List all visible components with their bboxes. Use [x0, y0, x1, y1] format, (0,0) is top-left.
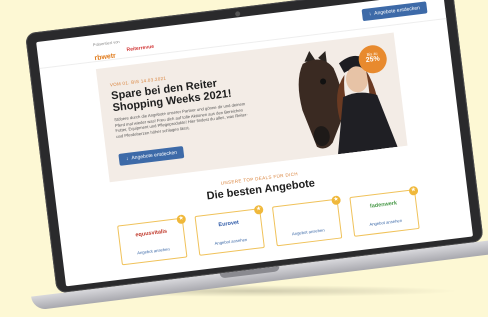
deal-card-logo: Eurovet — [218, 219, 240, 229]
star-icon: ★ — [176, 214, 187, 225]
star-icon: ★ — [253, 204, 264, 215]
deal-card-logo: equusvitalis — [135, 228, 168, 239]
brand-logo-primary[interactable]: rbwetr — [94, 53, 116, 63]
brand-block: Präsentiert von rbwetr — [93, 39, 123, 65]
header-cta-button[interactable]: ↓ Angebote entdecken — [361, 1, 428, 22]
deal-card-link[interactable]: Angebot ansehen — [199, 235, 263, 248]
header-cta-label: Angebote entdecken — [373, 5, 421, 17]
partner-logos: Präsentiert von rbwetr Reiterrevue — [93, 35, 156, 65]
presented-by-text: Präsentiert von — [92, 39, 120, 48]
download-icon: ↓ — [125, 155, 129, 163]
deal-card-logo: fadenwerk — [369, 200, 398, 210]
brand-logo-secondary[interactable]: Reiterrevue — [126, 43, 154, 52]
camera-icon — [234, 11, 241, 17]
deal-card-link[interactable]: Angebot ansehen — [354, 216, 418, 229]
star-icon: ★ — [408, 185, 419, 196]
scene: Präsentiert von rbwetr Reiterrevue ↓ Ang… — [0, 0, 488, 311]
hero-cta-button[interactable]: ↓ Angebote entdecken — [118, 146, 185, 166]
download-icon: ↓ — [368, 11, 372, 18]
deal-card[interactable]: ★ fadenwerk Angebot ansehen — [349, 185, 420, 237]
deal-card-link[interactable]: Angebot ansehen — [276, 226, 340, 239]
deal-card[interactable]: ★ equusvitalis Angebot ansehen — [117, 214, 188, 266]
laptop: Präsentiert von rbwetr Reiterrevue ↓ Ang… — [24, 0, 488, 313]
hero-cta-label: Angebote entdecken — [131, 149, 178, 162]
deal-card[interactable]: ★ Eurovet Angebot ansehen — [194, 204, 265, 256]
deal-card-logo — [274, 208, 338, 216]
star-icon: ★ — [331, 195, 342, 206]
screen: Präsentiert von rbwetr Reiterrevue ↓ Ang… — [36, 0, 474, 287]
deal-card-link[interactable]: Angebot ansehen — [121, 245, 185, 258]
deal-card[interactable]: ★ Angebot ansehen — [271, 195, 343, 247]
